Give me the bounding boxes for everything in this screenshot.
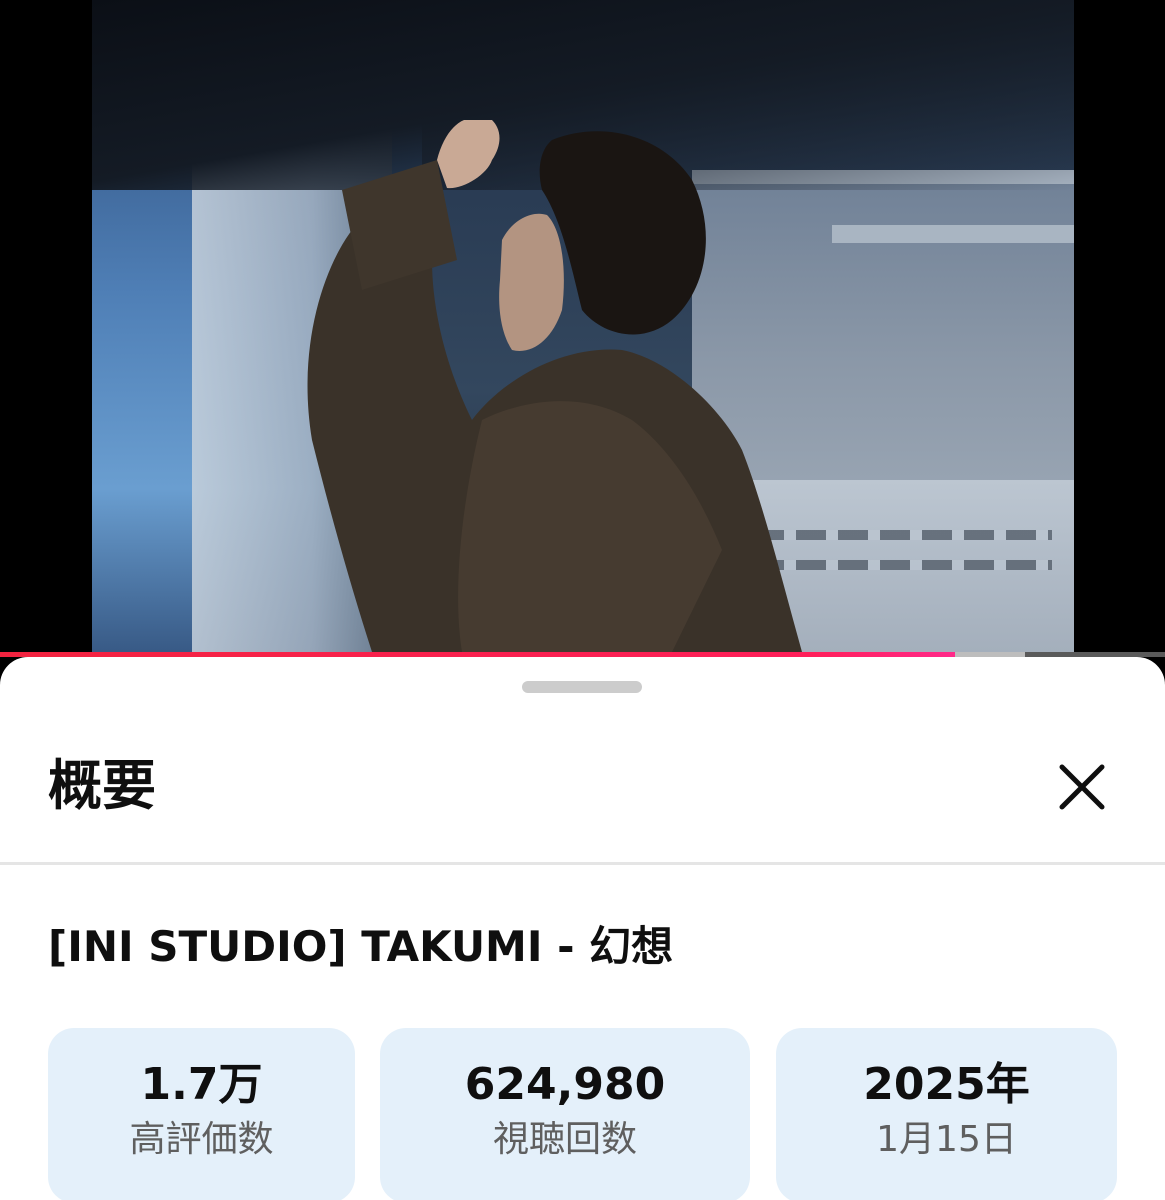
views-label: 視聴回数	[492, 1119, 637, 1160]
close-button[interactable]	[1052, 757, 1112, 817]
stat-card-views: 624,980 視聴回数	[380, 1028, 750, 1200]
stat-card-date: 2025年 1月15日	[776, 1028, 1117, 1200]
video-beam	[832, 225, 1074, 243]
likes-count: 1.7万	[140, 1059, 263, 1110]
likes-label: 高評価数	[129, 1119, 274, 1160]
sheet-title: 概要	[48, 754, 156, 817]
publish-date: 1月15日	[876, 1119, 1017, 1160]
publish-year: 2025年	[863, 1059, 1030, 1110]
video-figure	[307, 120, 802, 652]
views-count: 624,980	[464, 1059, 666, 1110]
stat-card-likes: 1.7万 高評価数	[48, 1028, 355, 1200]
divider	[0, 862, 1165, 865]
video-player[interactable]	[0, 0, 1165, 652]
video-frame[interactable]	[92, 0, 1074, 652]
close-icon[interactable]	[1052, 757, 1112, 817]
drag-handle[interactable]	[522, 681, 642, 693]
description-sheet: 概要 [INI STUDIO] TAKUMI - 幻想 1.7万 高評価数 62…	[0, 657, 1165, 1200]
video-title: [INI STUDIO] TAKUMI - 幻想	[48, 922, 674, 971]
